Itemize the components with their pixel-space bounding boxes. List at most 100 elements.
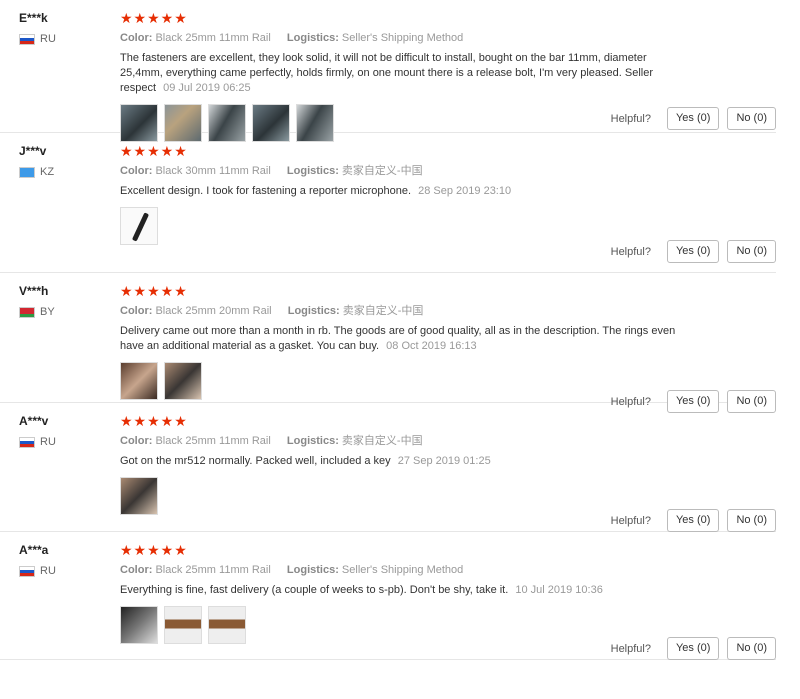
reviewer-country: KZ [19, 166, 109, 178]
color-label: Color: [120, 305, 153, 317]
review-content: ★★★★★ Color: Black 25mm 11mm Rail Logist… [120, 542, 690, 644]
review-content: ★★★★★ Color: Black 25mm 20mm Rail Logist… [120, 283, 690, 400]
logistics-label: Logistics: [286, 564, 339, 576]
helpful-actions: Helpful? Yes (0) No (0) [611, 240, 776, 263]
order-info: Color: Black 25mm 11mm Rail Logistics: 卖… [120, 434, 690, 448]
country-code: BY [40, 306, 55, 318]
review-text-block: Got on the mr512 normally. Packed well, … [120, 454, 690, 469]
review-photos [120, 207, 690, 245]
yes-button[interactable]: Yes (0) [666, 240, 720, 263]
no-button[interactable]: No (0) [727, 240, 776, 263]
review-text: Got on the mr512 normally. Packed well, … [120, 455, 391, 467]
helpful-actions: Helpful? Yes (0) No (0) [611, 107, 776, 130]
color-value: Black 30mm 11mm Rail [155, 165, 271, 177]
country-code: RU [40, 565, 56, 577]
star-rating: ★★★★★ [120, 542, 188, 558]
color-value: Black 25mm 11mm Rail [155, 564, 271, 576]
star-rating: ★★★★★ [120, 10, 188, 26]
belarus-flag [19, 306, 35, 318]
color-value: Black 25mm 11mm Rail [155, 32, 271, 44]
no-button[interactable]: No (0) [727, 509, 776, 532]
review-item: A***a RU ★★★★★ Color: Black 25mm 11mm Ra… [0, 532, 776, 660]
review-photo-thumbnail[interactable] [164, 362, 202, 400]
color-value: Black 25mm 20mm Rail [155, 305, 272, 317]
helpful-label: Helpful? [610, 642, 651, 655]
logistics-value: 卖家自定义-中国 [341, 435, 423, 447]
review-photo-thumbnail[interactable] [120, 207, 158, 245]
star-rating: ★★★★★ [120, 143, 188, 159]
review-photos [120, 477, 690, 515]
logistics-label: Logistics: [286, 435, 339, 447]
color-label: Color: [120, 435, 153, 447]
review-text-block: Everything is fine, fast delivery (a cou… [120, 583, 690, 598]
review-photo-thumbnail[interactable] [208, 606, 246, 644]
logistics-label: Logistics: [286, 32, 339, 44]
no-button[interactable]: No (0) [727, 107, 776, 130]
reviewer-name: V***h [19, 284, 49, 298]
logistics-value: 卖家自定义-中国 [341, 165, 423, 177]
kazakhstan-flag [19, 166, 35, 178]
reviewer-name: A***v [19, 414, 49, 428]
reviewer-name: J***v [19, 144, 47, 158]
reviewer-country: RU [19, 33, 109, 45]
yes-button[interactable]: Yes (0) [666, 509, 720, 532]
review-text-block: The fasteners are excellent, they look s… [120, 51, 690, 96]
reviewer-name: E***k [19, 11, 48, 25]
no-button[interactable]: No (0) [727, 637, 776, 660]
logistics-value: 卖家自定义-中国 [342, 305, 424, 317]
reviewer-info: A***a RU [19, 542, 109, 577]
reviewer-info: J***v KZ [19, 143, 109, 178]
reviewer-info: V***h BY [19, 283, 109, 318]
reviewer-info: E***k RU [19, 10, 109, 45]
helpful-actions: Helpful? Yes (0) No (0) [611, 509, 776, 532]
review-date: 09 Jul 2019 06:25 [163, 82, 251, 94]
review-content: ★★★★★ Color: Black 25mm 11mm Rail Logist… [120, 10, 690, 142]
reviewer-name: A***a [19, 543, 49, 557]
review-photo-thumbnail[interactable] [120, 362, 158, 400]
yes-button[interactable]: Yes (0) [666, 107, 720, 130]
review-photos [120, 606, 690, 644]
reviewer-info: A***v RU [19, 413, 109, 448]
star-rating: ★★★★★ [120, 413, 188, 429]
logistics-value: Seller's Shipping Method [341, 32, 464, 44]
review-date: 08 Oct 2019 16:13 [386, 340, 477, 352]
reviewer-country: BY [19, 306, 109, 318]
review-content: ★★★★★ Color: Black 30mm 11mm Rail Logist… [120, 143, 690, 245]
helpful-label: Helpful? [610, 514, 651, 527]
review-photo-thumbnail[interactable] [164, 606, 202, 644]
review-text-block: Excellent design. I took for fastening a… [120, 184, 690, 199]
review-item: J***v KZ ★★★★★ Color: Black 30mm 11mm Ra… [0, 133, 776, 273]
logistics-label: Logistics: [287, 305, 340, 317]
review-item: V***h BY ★★★★★ Color: Black 25mm 20mm Ra… [0, 273, 776, 413]
review-list: E***k RU ★★★★★ Color: Black 25mm 11mm Ra… [0, 0, 800, 660]
helpful-actions: Helpful? Yes (0) No (0) [611, 637, 776, 660]
color-label: Color: [120, 32, 153, 44]
star-rating: ★★★★★ [120, 283, 188, 299]
reviewer-country: RU [19, 565, 109, 577]
color-label: Color: [120, 564, 153, 576]
country-code: RU [40, 33, 56, 45]
order-info: Color: Black 25mm 20mm Rail Logistics: 卖… [120, 304, 690, 318]
review-date: 10 Jul 2019 10:36 [515, 584, 603, 596]
review-photo-thumbnail[interactable] [120, 606, 158, 644]
review-date: 27 Sep 2019 01:25 [397, 455, 491, 467]
russia-flag [19, 33, 35, 45]
order-info: Color: Black 30mm 11mm Rail Logistics: 卖… [120, 164, 690, 178]
review-text: Everything is fine, fast delivery (a cou… [120, 584, 509, 596]
review-item: A***v RU ★★★★★ Color: Black 25mm 11mm Ra… [0, 403, 776, 532]
color-label: Color: [120, 165, 153, 177]
color-value: Black 25mm 11mm Rail [155, 435, 271, 447]
review-date: 28 Sep 2019 23:10 [418, 185, 512, 197]
helpful-label: Helpful? [610, 112, 651, 125]
russia-flag [19, 436, 35, 448]
review-content: ★★★★★ Color: Black 25mm 11mm Rail Logist… [120, 413, 690, 515]
review-photo-thumbnail[interactable] [120, 477, 158, 515]
russia-flag [19, 565, 35, 577]
order-info: Color: Black 25mm 11mm Rail Logistics: S… [120, 31, 690, 45]
review-text-block: Delivery came out more than a month in r… [120, 324, 690, 354]
review-text: Excellent design. I took for fastening a… [120, 185, 412, 197]
order-info: Color: Black 25mm 11mm Rail Logistics: S… [120, 563, 690, 577]
logistics-label: Logistics: [286, 165, 339, 177]
reviewer-country: RU [19, 436, 109, 448]
yes-button[interactable]: Yes (0) [666, 637, 720, 660]
